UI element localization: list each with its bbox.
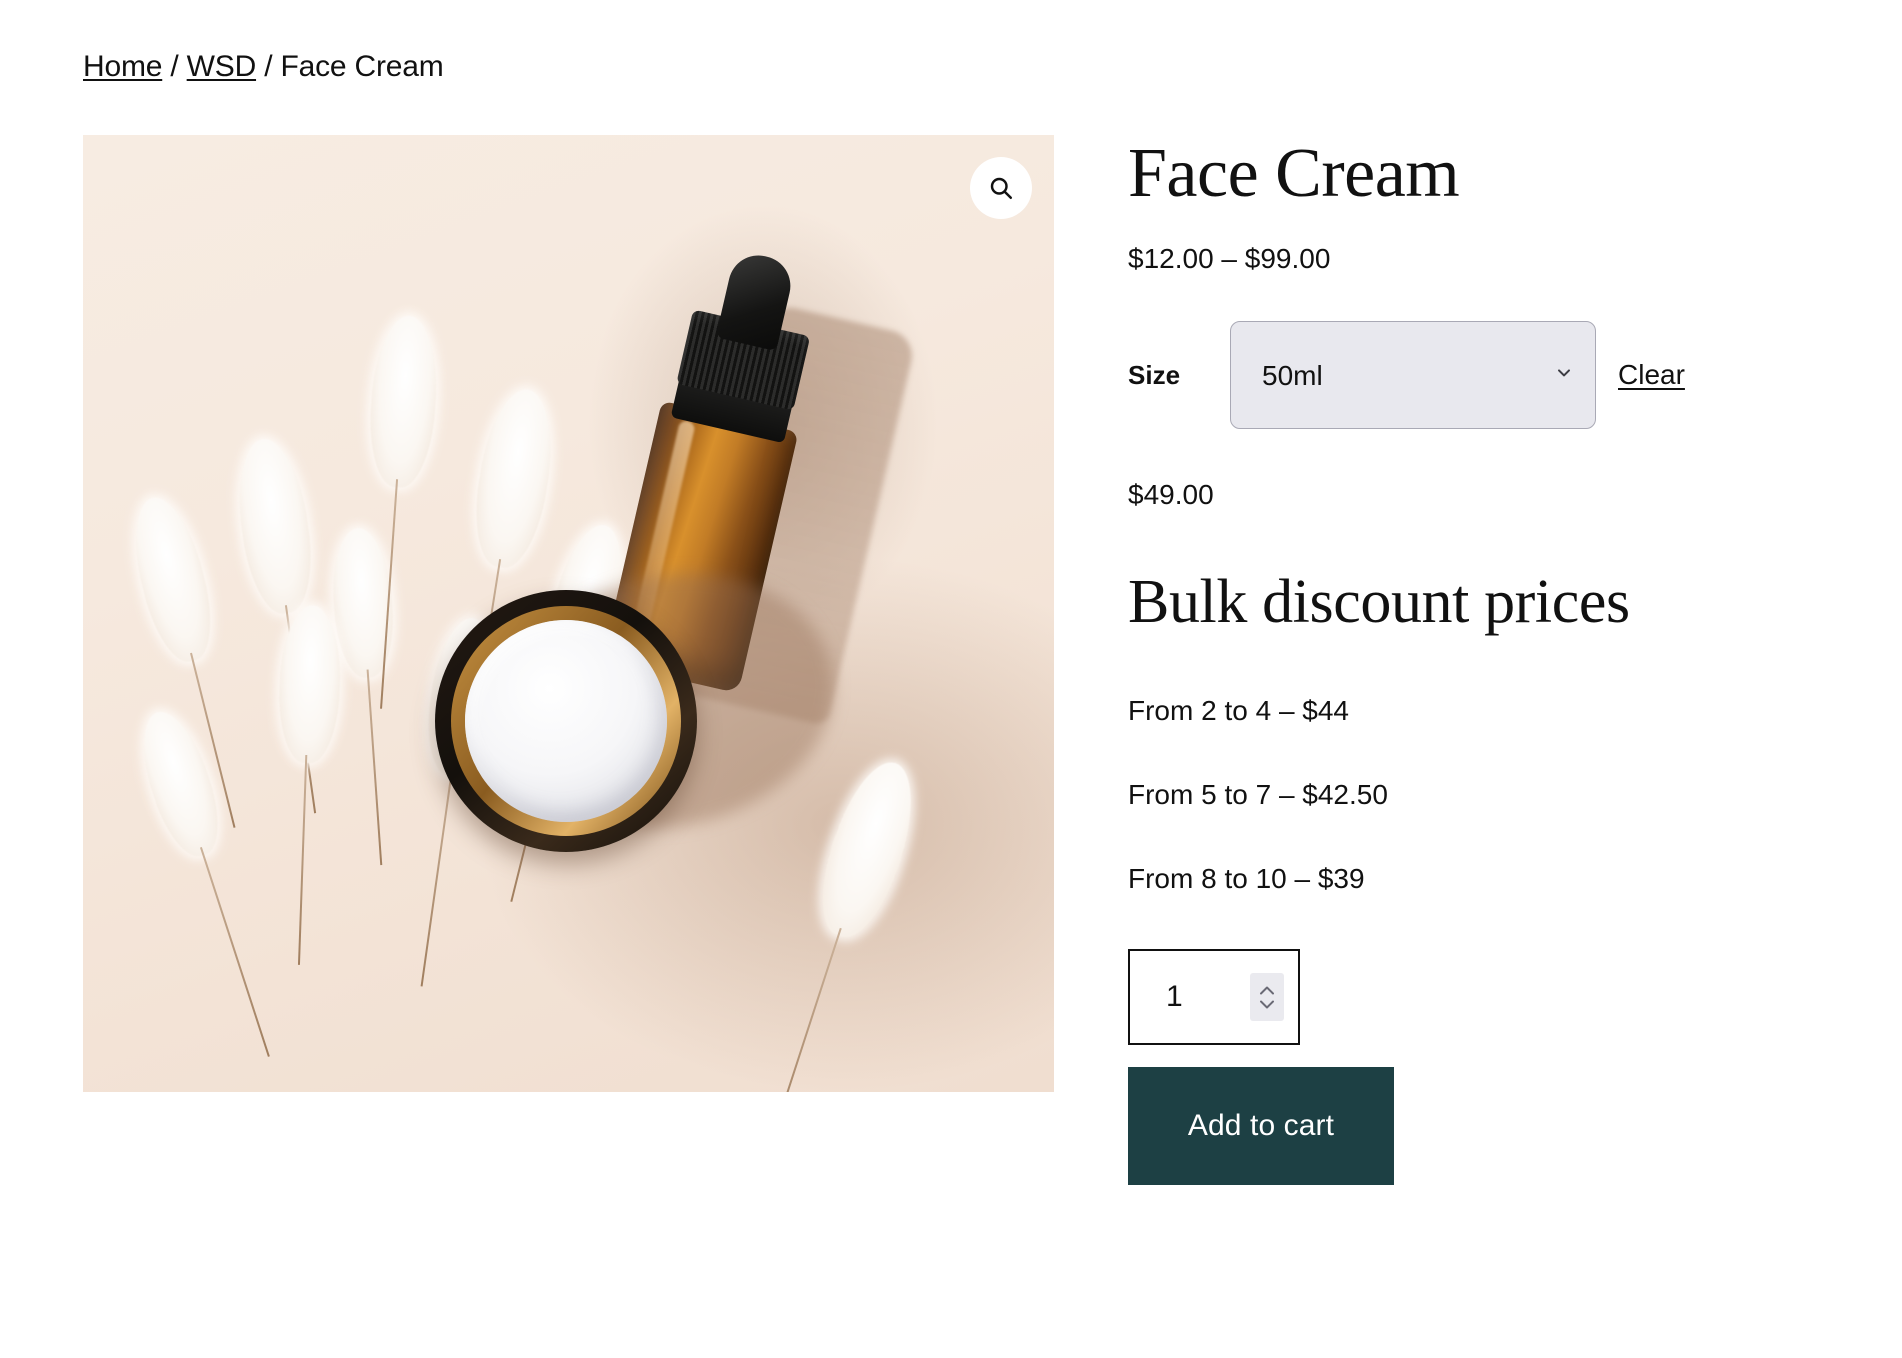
page-title: Face Cream <box>1128 135 1460 212</box>
product-page: Home / WSD / Face Cream Face Cream $12.0… <box>0 0 1902 1358</box>
clear-selection-link[interactable]: Clear <box>1618 359 1685 391</box>
bulk-discount-row: From 8 to 10 – $39 <box>1128 863 1365 894</box>
size-select-wrapper: 50ml <box>1230 321 1596 429</box>
breadcrumb-link-home[interactable]: Home <box>83 50 162 83</box>
bulk-discount-list: From 2 to 4 – $44 From 5 to 7 – $42.50 F… <box>1128 693 1828 897</box>
selected-variation-price: $49.00 <box>1128 479 1214 510</box>
bulk-discount-row: From 2 to 4 – $44 <box>1128 695 1350 726</box>
size-select[interactable]: 50ml <box>1230 321 1596 429</box>
quantity-spinner[interactable] <box>1250 973 1284 1021</box>
grass-stem <box>271 604 346 965</box>
breadcrumb-space-1 <box>179 50 187 83</box>
bulk-discount-row: From 5 to 7 – $42.50 <box>1128 779 1388 810</box>
grass-stem <box>351 313 447 709</box>
product-gallery[interactable] <box>83 135 1054 1092</box>
variations-form: Size 50ml Clear <box>1128 321 1828 429</box>
breadcrumb-separator-a: / <box>170 50 179 83</box>
chevron-up-icon[interactable] <box>1258 985 1276 996</box>
breadcrumb-current: Face Cream <box>280 50 444 83</box>
cream-jar <box>435 544 858 858</box>
breadcrumb-space-2 <box>256 50 264 83</box>
add-to-cart-form: Add to cart <box>1128 949 1828 1185</box>
chevron-down-icon[interactable] <box>1258 999 1276 1010</box>
zoom-image-button[interactable] <box>970 157 1032 219</box>
product-summary: Face Cream $12.00 – $99.00 Size 50ml Cle… <box>1128 135 1828 1185</box>
product-image <box>83 135 1054 1092</box>
search-icon <box>990 177 1013 200</box>
price-range: $12.00 – $99.00 <box>1128 243 1331 274</box>
size-attribute-label: Size <box>1128 359 1181 390</box>
grass-stem <box>745 752 933 1092</box>
breadcrumb: Home / WSD / Face Cream <box>83 48 444 86</box>
bulk-discount-heading: Bulk discount prices <box>1128 568 1630 636</box>
add-to-cart-button[interactable]: Add to cart <box>1128 1067 1394 1185</box>
quantity-stepper[interactable] <box>1128 949 1300 1045</box>
breadcrumb-link-category[interactable]: WSD <box>187 50 257 83</box>
